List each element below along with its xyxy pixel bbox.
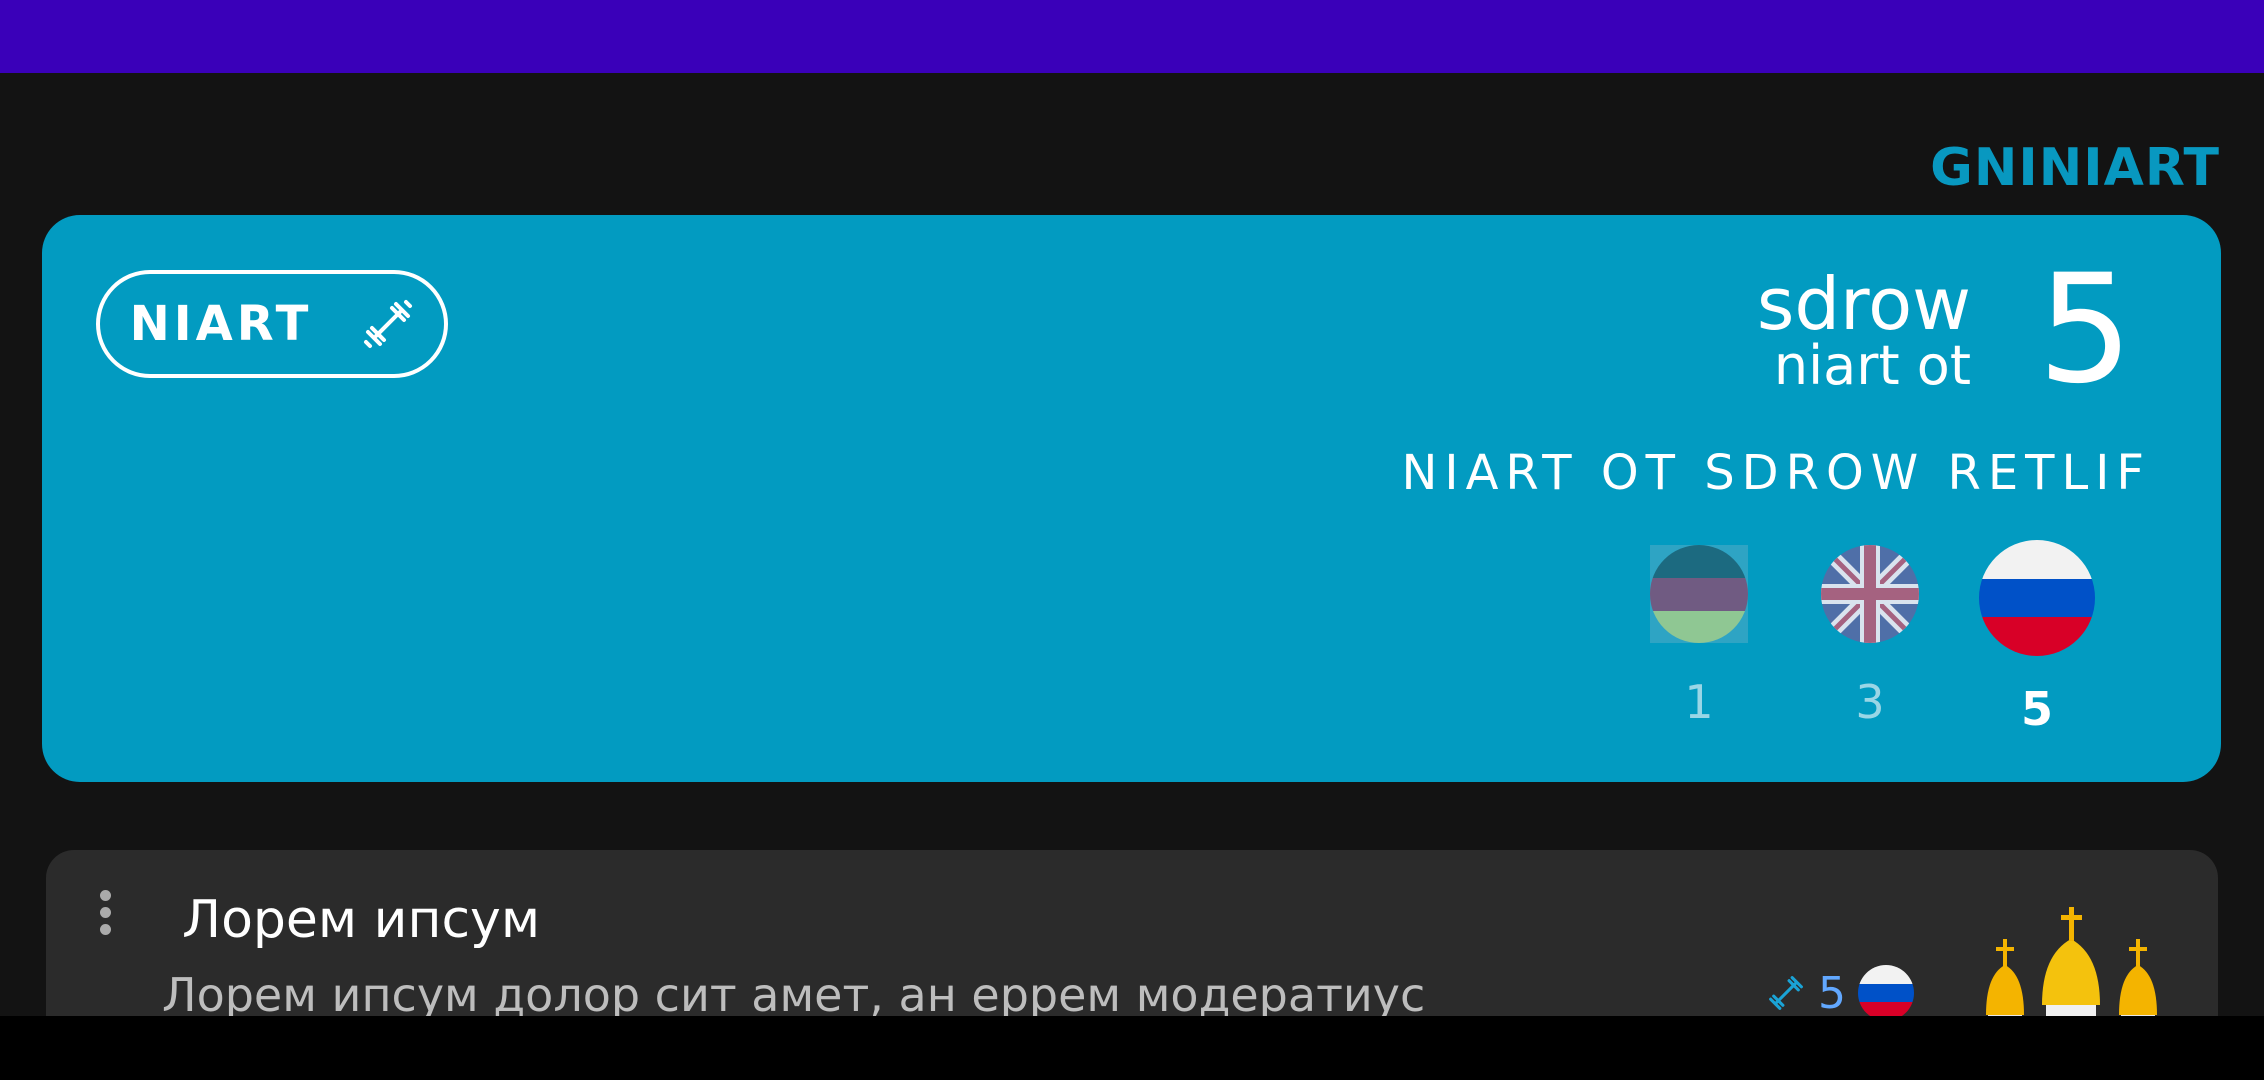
lesson-meta: 5	[1766, 965, 1914, 1021]
section-title: GNINIART	[1930, 138, 2220, 198]
lesson-description: Лорем ипсум долор сит амет, ан еррем мод…	[162, 968, 1426, 1022]
flag-filter-bilingual[interactable]: 1	[1639, 545, 1759, 729]
flag-count: 3	[1855, 675, 1885, 729]
russia-flag-icon	[1979, 540, 2095, 656]
flag-count: 1	[1684, 675, 1714, 729]
bilingual-flag-icon	[1650, 545, 1748, 643]
russia-flag-icon	[1858, 965, 1914, 1021]
words-to-train-label: sdrow niart ot	[1756, 262, 1971, 397]
flag-filter-russian[interactable]: 5	[1977, 540, 2097, 736]
uk-flag-icon	[1821, 545, 1919, 643]
flag-filter-english[interactable]: 3	[1810, 545, 1930, 729]
dumbbell-icon	[364, 300, 413, 348]
train-button-label: NIART	[129, 296, 313, 352]
words-count: 5	[2037, 243, 2133, 417]
navigation-bar	[0, 1016, 2264, 1080]
train-button[interactable]: NIART	[96, 270, 448, 378]
lesson-word-count: 5	[1818, 967, 1846, 1019]
train-card: NIART sdrow niart ot 5 NIART OT SDROW RE…	[42, 215, 2221, 782]
words-label-line2: niart ot	[1773, 334, 1971, 397]
flag-count: 5	[2020, 682, 2053, 736]
more-options-icon[interactable]	[100, 890, 112, 940]
lesson-title: Лорем ипсум	[182, 890, 541, 950]
dumbbell-icon	[1769, 976, 1803, 1010]
status-bar	[0, 0, 2264, 73]
words-label-line1: sdrow	[1756, 262, 1971, 346]
filter-words-label: NIART OT SDROW RETLIF	[1401, 445, 2151, 501]
